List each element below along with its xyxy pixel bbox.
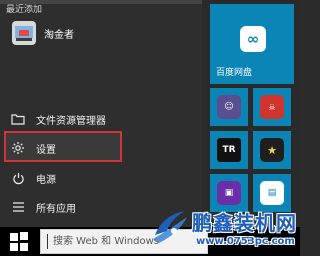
text-cursor [47, 234, 48, 249]
film-app-icon: ▤ [260, 181, 284, 205]
windows-logo-icon [10, 233, 18, 241]
game-character-icon: ☺ [217, 95, 241, 119]
folder-icon [10, 111, 26, 127]
watermark-title: 鹏鑫装机网 [192, 211, 297, 235]
game-emblem-icon: ☠ [260, 95, 284, 119]
menu-item-power[interactable]: 电源 [4, 167, 194, 189]
recent-app-label: 淘金者 [44, 29, 74, 41]
windows-start-button[interactable] [10, 232, 30, 252]
menu-item-label: 电源 [36, 174, 56, 186]
app-tile-1[interactable]: ☺ [210, 88, 248, 126]
game-app-icon [12, 21, 36, 45]
menu-item-file-explorer[interactable]: 文件资源管理器 [4, 108, 194, 130]
tile-label: 百度网盘 [216, 68, 253, 78]
app-tile-4[interactable]: ★ [253, 131, 291, 169]
watermark-logo [149, 205, 191, 247]
power-icon [10, 170, 26, 186]
recently-added-title: 最近添加 [6, 5, 43, 15]
menu-item-label: 文件资源管理器 [36, 115, 106, 127]
menu-item-settings[interactable]: 设置 [4, 137, 194, 159]
app-tile-2[interactable]: ☠ [253, 88, 291, 126]
recent-app-item[interactable]: 淘金者 [12, 20, 192, 46]
menu-item-label: 所有应用 [36, 203, 76, 215]
cloud-icon: ∞ [240, 26, 266, 52]
baidu-netdisk-tile[interactable]: ∞ 百度网盘 [210, 4, 294, 84]
gear-icon [10, 140, 26, 156]
list-icon [10, 199, 26, 215]
chip-app-icon: ▣ [217, 181, 241, 205]
watermark-url: www.0753pc.com [196, 236, 295, 247]
tr-app-icon: TR [217, 138, 241, 162]
menu-item-label: 设置 [36, 144, 56, 156]
dark-app-icon: ★ [260, 138, 284, 162]
app-tile-3[interactable]: TR [210, 131, 248, 169]
